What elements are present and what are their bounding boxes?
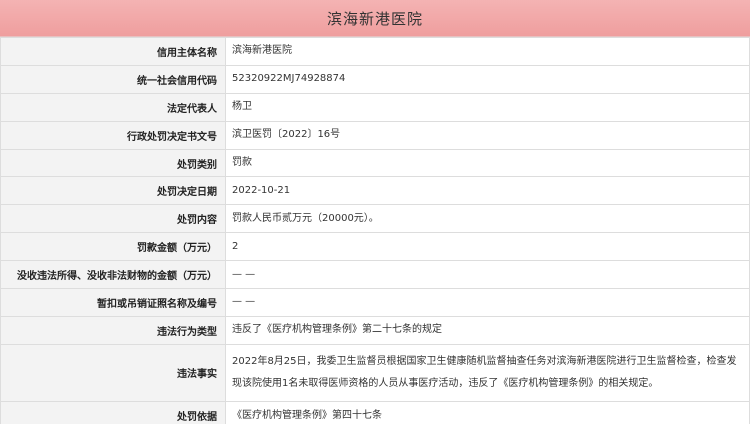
row-label: 法定代表人 <box>0 92 226 122</box>
row-value: 杨卫 <box>225 92 750 122</box>
page-header: 滨海新港医院 <box>0 0 750 37</box>
row-value: 违反了《医疗机构管理条例》第二十七条的规定 <box>225 315 750 345</box>
row-value: 罚款 <box>225 148 750 178</box>
row-value: 2022年8月25日，我委卫生监督员根据国家卫生健康随机监督抽查任务对滨海新港医… <box>225 343 750 402</box>
row-label: 罚款金额（万元） <box>0 232 226 262</box>
table-row: 行政处罚决定书文号 滨卫医罚〔2022〕16号 <box>0 120 750 150</box>
row-value: — — <box>225 260 750 290</box>
row-value: 2022-10-21 <box>225 176 750 206</box>
row-value: 罚款人民币贰万元（20000元）。 <box>225 204 750 234</box>
row-label: 违法行为类型 <box>0 315 226 345</box>
penalty-info-table: 信用主体名称 滨海新港医院 统一社会信用代码 52320922MJ7492887… <box>0 37 750 424</box>
table-row: 暂扣或吊销证照名称及编号 — — <box>0 288 750 317</box>
row-value: 滨海新港医院 <box>225 37 750 66</box>
row-value: 滨卫医罚〔2022〕16号 <box>225 120 750 150</box>
table-row: 处罚决定日期 2022-10-21 <box>0 176 750 206</box>
record-page: 滨海新港医院 信用主体名称 滨海新港医院 统一社会信用代码 52320922MJ… <box>0 0 750 424</box>
table-row: 统一社会信用代码 52320922MJ74928874 <box>0 64 750 94</box>
row-label: 信用主体名称 <box>0 37 226 66</box>
table-row: 罚款金额（万元） 2 <box>0 232 750 262</box>
row-label: 处罚决定日期 <box>0 176 226 206</box>
row-label: 违法事实 <box>0 343 226 402</box>
row-label: 处罚依据 <box>0 400 226 424</box>
row-label: 没收违法所得、没收非法财物的金额（万元） <box>0 260 226 290</box>
table-row: 违法行为类型 违反了《医疗机构管理条例》第二十七条的规定 <box>0 315 750 345</box>
page-title: 滨海新港医院 <box>326 9 423 28</box>
row-value: 52320922MJ74928874 <box>225 64 750 94</box>
table-row: 处罚类别 罚款 <box>0 148 750 178</box>
row-label: 处罚内容 <box>0 204 226 234</box>
table-row: 信用主体名称 滨海新港医院 <box>0 37 750 66</box>
row-label: 处罚类别 <box>0 148 226 178</box>
table-row: 处罚依据 《医疗机构管理条例》第四十七条 <box>0 400 750 424</box>
row-value: — — <box>225 288 750 317</box>
table-row: 违法事实 2022年8月25日，我委卫生监督员根据国家卫生健康随机监督抽查任务对… <box>0 343 750 402</box>
row-value: 《医疗机构管理条例》第四十七条 <box>225 400 750 424</box>
row-label: 统一社会信用代码 <box>0 64 226 94</box>
table-row: 法定代表人 杨卫 <box>0 92 750 122</box>
row-value: 2 <box>225 232 750 262</box>
table-row: 处罚内容 罚款人民币贰万元（20000元）。 <box>0 204 750 234</box>
row-label: 行政处罚决定书文号 <box>0 120 226 150</box>
row-label: 暂扣或吊销证照名称及编号 <box>0 288 226 317</box>
table-row: 没收违法所得、没收非法财物的金额（万元） — — <box>0 260 750 290</box>
